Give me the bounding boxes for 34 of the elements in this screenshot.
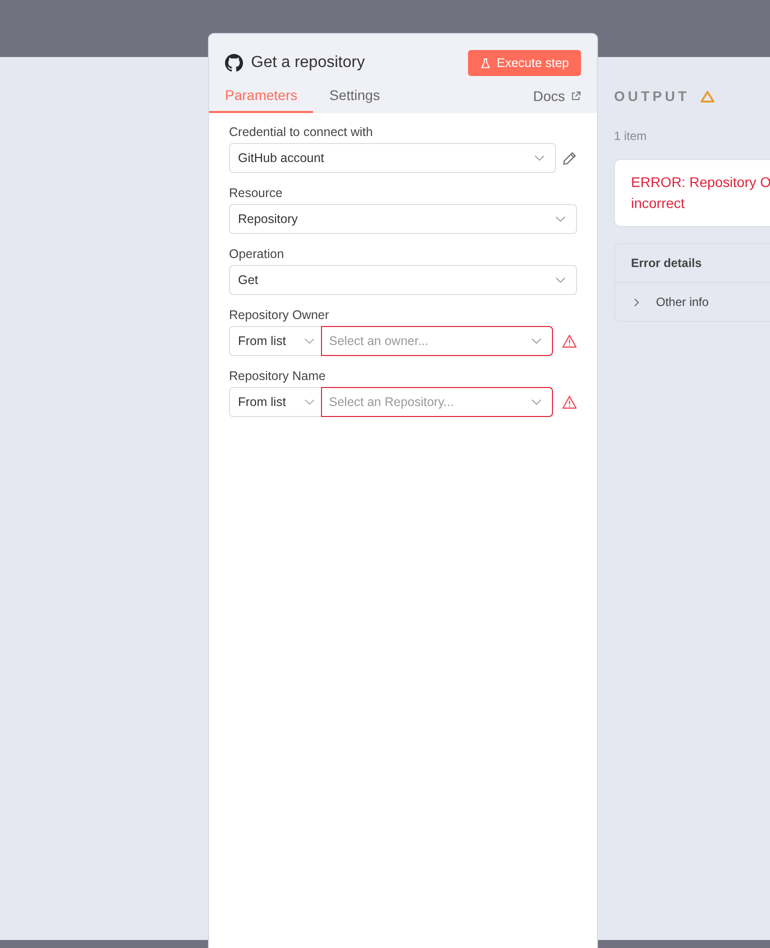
warning-icon [562,394,577,410]
error-message: incorrect [631,194,686,213]
mode-select[interactable]: From list [229,387,321,417]
details-heading: Error details [615,244,770,283]
chevron-icon [534,154,545,162]
flask-icon [480,58,491,68]
chevron-icon [531,398,542,406]
output-heading: OUTPUT [614,88,690,104]
field-label: Operation [229,247,285,261]
github-icon [225,54,243,72]
warning-icon [562,334,577,348]
field-label: Resource [229,186,284,200]
chevron-icon [531,338,542,344]
chevron-icon [633,298,640,306]
chevron-icon [304,338,315,344]
external-link-icon [571,91,581,101]
error-message: ERROR: Repository O [631,173,770,192]
field-label: Repository Name [229,369,327,383]
mode-select[interactable]: From list [229,326,321,356]
chevron-icon [304,398,315,406]
expandable-row[interactable]: Other info [615,283,770,321]
select-field[interactable]: Repository [229,204,577,234]
item-count: 1 item [614,129,648,143]
select-field[interactable]: GitHub account [229,143,556,173]
node-title: Get a repository [251,54,366,72]
chevron-icon [555,216,566,222]
docs-link[interactable]: Docs [533,88,581,113]
chevron-icon [555,276,566,284]
field-label: Repository Owner [229,308,330,322]
field-label: Credential to connect with [229,125,374,139]
select-field[interactable]: Get [229,265,577,295]
warning-icon [700,90,715,102]
tab[interactable]: Settings [313,80,396,113]
pencil-icon[interactable] [562,150,577,166]
